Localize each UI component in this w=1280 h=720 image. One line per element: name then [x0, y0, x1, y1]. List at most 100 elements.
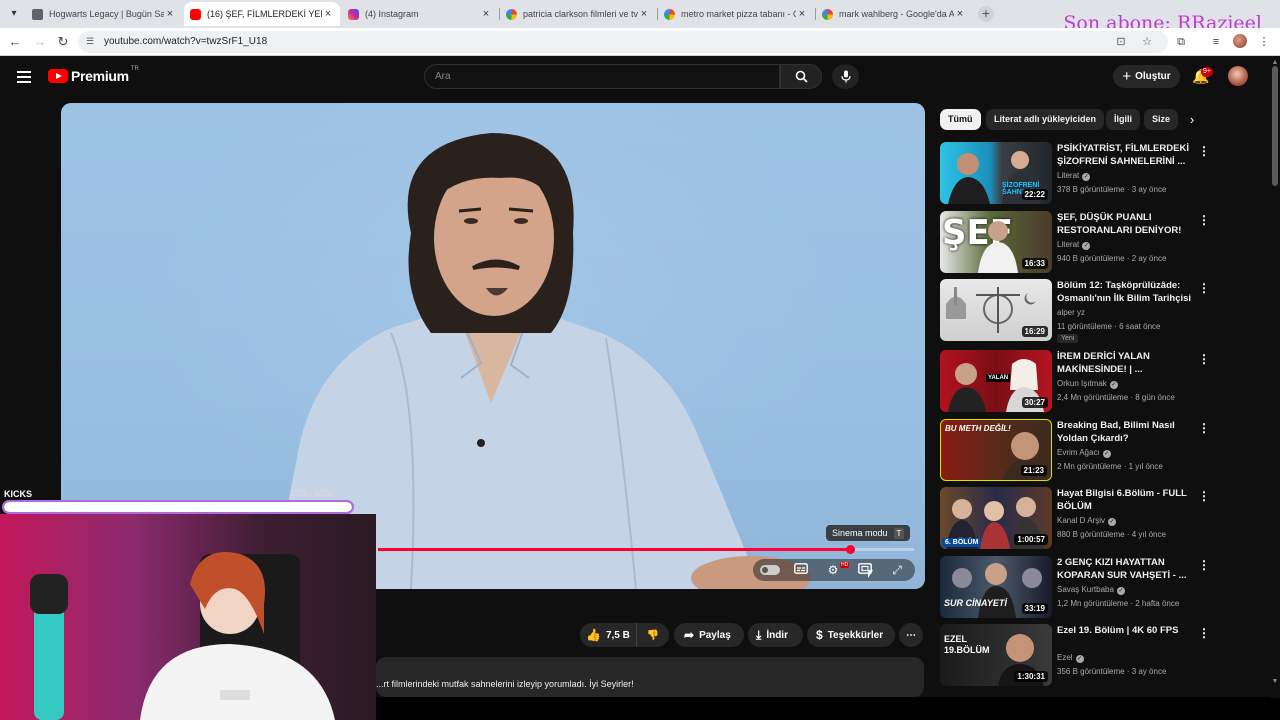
- video-title[interactable]: Breaking Bad, Bilimi Nasıl Yoldan Çıkard…: [1057, 419, 1192, 445]
- extensions-puzzle-icon[interactable]: ⧉: [1173, 34, 1189, 50]
- hamburger-menu-icon[interactable]: [17, 71, 31, 83]
- more-vertical-icon[interactable]: ⋮: [1198, 558, 1210, 572]
- more-vertical-icon[interactable]: ⋮: [1198, 626, 1210, 640]
- video-title[interactable]: ŞEF, DÜŞÜK PUANLI RESTORANLARI DENİYOR!: [1057, 211, 1192, 237]
- browser-menu-kebab-icon[interactable]: ⋮: [1256, 34, 1272, 50]
- scroll-down-arrow-icon[interactable]: ▼: [1271, 678, 1279, 686]
- youtube-play-logo-icon: [48, 69, 68, 83]
- channel-name[interactable]: alper yz: [1057, 308, 1085, 317]
- browser-tab-2-active[interactable]: (16) ŞEF, FİLMLERDEKİ YEMEK S ×: [184, 2, 340, 26]
- video-thumbnail[interactable]: ŞİZOFRENİ SAHNE 22:22: [940, 142, 1052, 204]
- more-vertical-icon[interactable]: ⋮: [1198, 213, 1210, 227]
- chips-next-arrow-icon[interactable]: ›: [1183, 112, 1201, 128]
- video-thumbnail[interactable]: YALAN 30:27: [940, 350, 1052, 412]
- recommendation-item[interactable]: ŞİZOFRENİ SAHNE 22:22 PSİKİYATRİST, FİLM…: [940, 142, 1210, 204]
- recommendation-item[interactable]: ŞEF 16:33 ŞEF, DÜŞÜK PUANLI RESTORANLARI…: [940, 211, 1210, 273]
- video-title[interactable]: Ezel 19. Bölüm | 4K 60 FPS: [1057, 624, 1192, 637]
- share-arrow-icon: ➦: [684, 628, 695, 642]
- channel-name[interactable]: Savaş Kurtbaba ✓: [1057, 585, 1125, 595]
- channel-name[interactable]: Evrim Ağacı ✓: [1057, 448, 1111, 458]
- more-vertical-icon[interactable]: ⋮: [1198, 281, 1210, 295]
- subtitles-icon[interactable]: [790, 561, 812, 579]
- video-title[interactable]: Bölüm 12: Taşköprülüzâde: Osmanlı'nın İl…: [1057, 279, 1192, 305]
- tab-search-menu-icon[interactable]: ▾: [6, 6, 22, 22]
- address-bar[interactable]: ☰ youtube.com/watch?v=twzSrF1_U18 ⊡ ☆: [78, 31, 1168, 53]
- video-title[interactable]: 2 GENÇ KIZI HAYATTAN KOPARAN SUR VAHŞETİ…: [1057, 556, 1192, 582]
- chip-all[interactable]: Tümü: [940, 109, 981, 130]
- recommendation-item[interactable]: 16:29 Bölüm 12: Taşköprülüzâde: Osmanlı'…: [940, 279, 1210, 343]
- chip-for-you[interactable]: Size: [1144, 109, 1179, 130]
- video-title[interactable]: İREM DERİCİ YALAN MAKİNESİNDE! | ...: [1057, 350, 1192, 376]
- back-arrow-icon[interactable]: ←: [7, 34, 23, 50]
- video-meta: 1,2 Mn görüntüleme · 2 hafta önce: [1057, 599, 1180, 608]
- browser-profile-avatar[interactable]: [1233, 34, 1247, 48]
- account-avatar[interactable]: [1228, 66, 1248, 86]
- tab-close-icon[interactable]: ×: [638, 8, 650, 20]
- video-title[interactable]: PSİKİYATRİST, FİLMLERDEKİ ŞİZOFRENİ SAHN…: [1057, 142, 1192, 168]
- create-button[interactable]: + Oluştur: [1113, 65, 1180, 88]
- browser-tab-3[interactable]: (4) Instagram ×: [342, 2, 498, 26]
- scrollbar-thumb[interactable]: [1272, 66, 1278, 186]
- download-button[interactable]: ⤓ İndir: [748, 623, 803, 647]
- tab-close-icon[interactable]: ×: [796, 8, 808, 20]
- video-thumbnail[interactable]: SUR CİNAYETİ 33:19: [940, 556, 1052, 618]
- video-title[interactable]: Hayat Bilgisi 6.Bölüm - FULL BÖLÜM: [1057, 487, 1192, 513]
- site-info-icon[interactable]: ☰: [86, 36, 98, 48]
- recommendation-item[interactable]: 6. BÖLÜM 1:00:57 Hayat Bilgisi 6.Bölüm -…: [940, 487, 1210, 549]
- more-vertical-icon[interactable]: ⋮: [1198, 144, 1210, 158]
- youtube-premium-logo[interactable]: Premium TR: [48, 66, 139, 84]
- browser-tab-4[interactable]: patricia clarkson filmleri ve tv d ×: [500, 2, 656, 26]
- autoplay-toggle[interactable]: [760, 565, 780, 575]
- video-thumbnail[interactable]: EZEL 19.BÖLÜM 1:30:31: [940, 624, 1052, 686]
- search-button[interactable]: [780, 64, 822, 89]
- video-progress-scrubber[interactable]: [845, 545, 855, 554]
- reload-icon[interactable]: ↻: [55, 34, 71, 50]
- chip-related[interactable]: İlgili: [1106, 109, 1140, 130]
- thanks-button[interactable]: $ Teşekkürler: [807, 623, 895, 647]
- video-thumbnail[interactable]: BU METH DEĞİL! 21:23: [940, 419, 1052, 481]
- video-thumbnail[interactable]: ŞEF 16:33: [940, 211, 1052, 273]
- recommendation-item[interactable]: SUR CİNAYETİ 33:19 2 GENÇ KIZI HAYATTAN …: [940, 556, 1210, 618]
- new-tab-button[interactable]: +: [978, 6, 994, 22]
- fullscreen-icon[interactable]: ⤢: [886, 561, 908, 579]
- tab-close-icon[interactable]: ×: [480, 8, 492, 20]
- more-vertical-icon[interactable]: ⋮: [1198, 421, 1210, 435]
- channel-name[interactable]: Orkun Işıtmak ✓: [1057, 379, 1118, 389]
- scroll-up-arrow-icon[interactable]: ▲: [1271, 59, 1279, 67]
- verified-check-icon: ✓: [1116, 587, 1125, 595]
- channel-name[interactable]: Ezel ✓: [1057, 653, 1084, 663]
- voice-search-button[interactable]: [832, 64, 859, 89]
- channel-name[interactable]: Literat ✓: [1057, 171, 1091, 181]
- more-vertical-icon[interactable]: ⋮: [1198, 352, 1210, 366]
- tab-close-icon[interactable]: ×: [164, 8, 176, 20]
- browser-tab-1[interactable]: Hogwarts Legacy | Bugün Satın ×: [26, 2, 182, 26]
- more-vertical-icon[interactable]: ⋮: [1198, 489, 1210, 503]
- video-thumbnail[interactable]: 16:29: [940, 279, 1052, 341]
- tab-close-icon[interactable]: ×: [954, 8, 966, 20]
- search-input[interactable]: Ara: [424, 64, 780, 89]
- video-meta: 880 B görüntüleme · 4 yıl önce: [1057, 530, 1166, 539]
- google-favicon-icon: [822, 8, 833, 20]
- browser-tab-6[interactable]: mark wahlberg - Google'da Ara ×: [816, 2, 972, 26]
- video-progress-fill: [378, 548, 850, 551]
- forward-arrow-icon[interactable]: →: [32, 34, 48, 50]
- recommendation-item[interactable]: YALAN 30:27 İREM DERİCİ YALAN MAKİNESİND…: [940, 350, 1210, 412]
- description-box[interactable]: [376, 657, 924, 697]
- channel-name[interactable]: Literat ✓: [1057, 240, 1091, 250]
- tooltip-shortcut-key: T: [893, 527, 905, 539]
- bookmark-star-icon[interactable]: ☆: [1140, 35, 1154, 49]
- share-button[interactable]: ➦ Paylaş: [674, 623, 744, 647]
- tab-close-icon[interactable]: ×: [322, 8, 334, 20]
- chip-from-uploader[interactable]: Literat adlı yükleyiciden: [986, 109, 1105, 130]
- video-thumbnail[interactable]: 6. BÖLÜM 1:00:57: [940, 487, 1052, 549]
- media-playlist-icon[interactable]: ≡: [1208, 34, 1224, 50]
- like-button[interactable]: 👍 7,5 B: [580, 623, 636, 647]
- recommendation-item[interactable]: EZEL 19.BÖLÜM 1:30:31 Ezel 19. Bölüm | 4…: [940, 624, 1210, 686]
- install-app-icon[interactable]: ⊡: [1114, 35, 1128, 49]
- download-icon: ⤓: [756, 627, 762, 642]
- more-actions-button[interactable]: ⋯: [899, 623, 923, 647]
- channel-name[interactable]: Kanal D Arşiv ✓: [1057, 516, 1117, 526]
- dislike-button[interactable]: 👎: [636, 623, 669, 647]
- browser-tab-5[interactable]: metro market pizza tabanı - Go ×: [658, 2, 814, 26]
- recommendation-item[interactable]: BU METH DEĞİL! 21:23 Breaking Bad, Bilim…: [940, 419, 1210, 481]
